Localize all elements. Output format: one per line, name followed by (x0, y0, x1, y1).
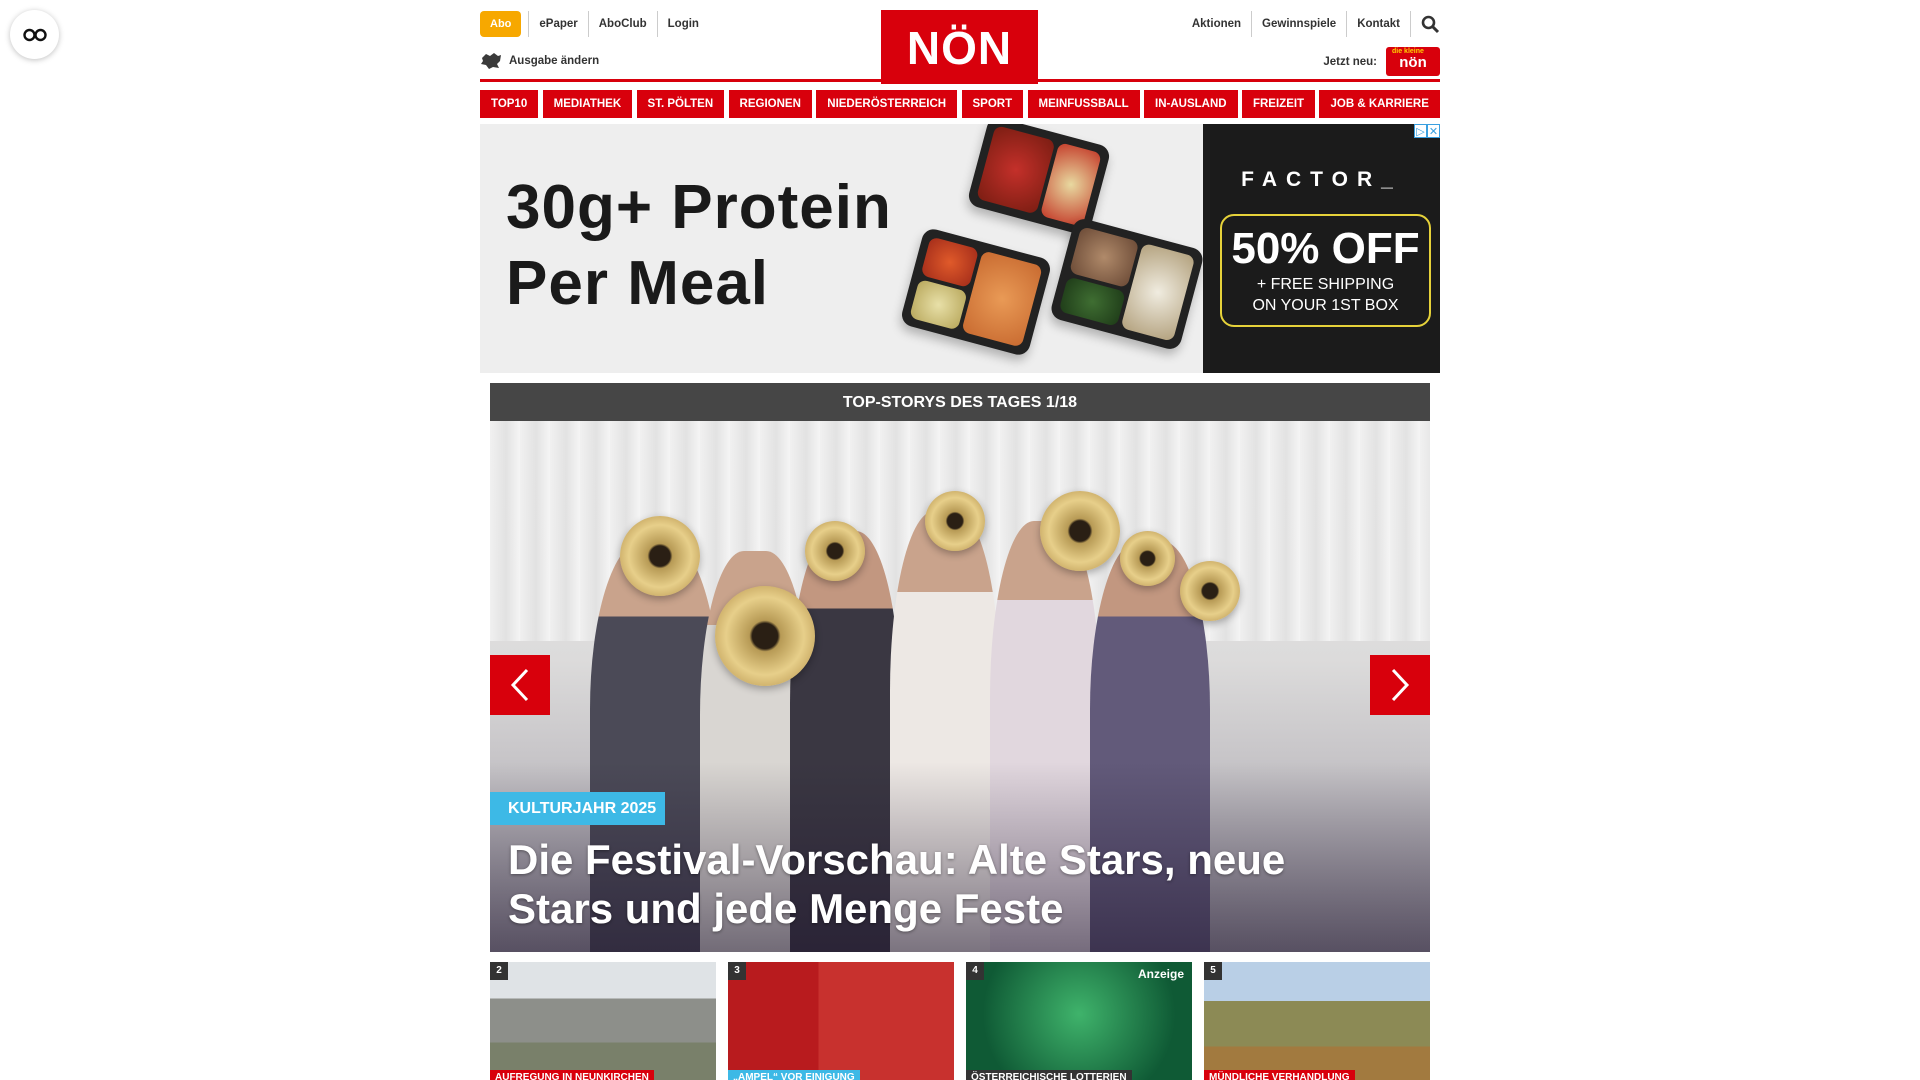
ad-image-area: 30g+ Protein Per Meal (480, 124, 1203, 373)
trumpet-bell (1180, 561, 1240, 621)
site-logo[interactable]: NÖN (881, 10, 1038, 84)
teaser-row: 2 AUFREGUNG IN NEUNKIRCHEN 3 „AMPEL“ VOR… (490, 962, 1430, 1080)
chevron-right-icon (1391, 668, 1410, 702)
slider-header: TOP-STORYS DES TAGES 1/18 (490, 383, 1430, 421)
trumpet-bell (1040, 491, 1120, 571)
gewinnspiele-link[interactable]: Gewinnspiele (1251, 11, 1346, 37)
edition-switcher[interactable]: Ausgabe ändern (480, 52, 599, 70)
ad-close-icon[interactable]: ✕ (1427, 124, 1440, 138)
trumpet-bell (1120, 531, 1175, 586)
teaser-number: 3 (728, 962, 746, 980)
ad-headline: 30g+ Protein Per Meal (506, 170, 892, 322)
kids-logo[interactable]: die kleine nön (1386, 47, 1440, 76)
top-links-right: Aktionen Gewinnspiele Kontakt (1182, 11, 1440, 37)
teaser-ad-label: Anzeige (1137, 967, 1184, 981)
ad-headline-line1: 30g+ Protein (506, 173, 892, 242)
aktionen-link[interactable]: Aktionen (1182, 11, 1251, 37)
teaser-tag: ÖSTERREICHISCHE LOTTERIEN (966, 1070, 1132, 1080)
nav-item-freizeit[interactable]: FREIZEIT (1241, 90, 1316, 118)
advertisement-banner[interactable]: 30g+ Protein Per Meal ▷ ✕ FACTOR_ 50% OF… (480, 124, 1440, 373)
nav-item-st-poelten[interactable]: ST. PÖLTEN (636, 90, 725, 118)
nav-item-sport[interactable]: SPORT (961, 90, 1024, 118)
nav-item-mediathek[interactable]: MEDIATHEK (542, 90, 633, 118)
lower-austria-map-icon (481, 53, 501, 69)
search-icon (1421, 15, 1440, 33)
teaser-card[interactable]: 5 MÜNDLICHE VERHANDLUNG (1204, 962, 1430, 1080)
slider-next-button[interactable] (1370, 655, 1430, 715)
site-header: Abo ePaper AboClub Login Ausgabe ändern … (480, 0, 1440, 84)
ad-offer-sub2: ON YOUR 1ST BOX (1252, 297, 1399, 314)
adchoices-icon[interactable]: ▷ (1414, 124, 1427, 138)
abo-button[interactable]: Abo (480, 11, 522, 37)
top-stories-slider: TOP-STORYS DES TAGES 1/18 KULTURJAHR 202… (490, 383, 1430, 952)
teaser-card[interactable]: 2 AUFREGUNG IN NEUNKIRCHEN (490, 962, 716, 1080)
teaser-tag: „AMPEL“ VOR EINIGUNG (728, 1070, 860, 1080)
ad-offer-box: 50% OFF + FREE SHIPPING ON YOUR 1ST BOX (1220, 214, 1431, 327)
edition-label: Ausgabe ändern (509, 55, 600, 67)
chevron-left-icon (510, 668, 529, 702)
teaser-tag: MÜNDLICHE VERHANDLUNG (1204, 1070, 1355, 1080)
adchoices-badge[interactable]: ▷ ✕ (1414, 124, 1440, 138)
top-links-left: Abo ePaper AboClub Login (480, 11, 709, 37)
ad-headline-line2: Per Meal (506, 249, 770, 318)
login-link[interactable]: Login (656, 11, 709, 37)
kids-logo-small-text: die kleine (1392, 48, 1424, 55)
trumpet-bell (715, 586, 815, 686)
ad-offer-text: 50% OFF (1231, 224, 1420, 273)
slide-image[interactable]: KULTURJAHR 2025 Die Festival-Vorschau: A… (490, 421, 1430, 952)
epaper-link[interactable]: ePaper (528, 11, 587, 37)
meal-tray-image (1048, 216, 1203, 352)
teaser-number: 2 (490, 962, 508, 980)
ad-offer-sub1: + FREE SHIPPING (1256, 276, 1395, 293)
slide-title[interactable]: Die Festival-Vorschau: Alte Stars, neue … (508, 835, 1368, 933)
category-tag[interactable]: KULTURJAHR 2025 (490, 792, 666, 825)
nav-item-top10[interactable]: TOP10 (480, 90, 539, 118)
teaser-card[interactable]: 4 Anzeige ÖSTERREICHISCHE LOTTERIEN (966, 962, 1192, 1080)
nav-item-niederoesterreich[interactable]: NIEDERÖSTERREICH (816, 90, 958, 118)
nav-item-meinfussball[interactable]: MEINFUSSBALL (1027, 90, 1140, 118)
nav-item-in-ausland[interactable]: IN-AUSLAND (1144, 90, 1238, 118)
glasses-icon (22, 28, 47, 41)
ad-offer-panel: ▷ ✕ FACTOR_ 50% OFF + FREE SHIPPING ON Y… (1203, 124, 1440, 373)
nav-item-job-karriere[interactable]: JOB & KARRIERE (1319, 90, 1440, 118)
kids-logo-text: nön (1399, 54, 1427, 71)
reader-mode-button[interactable] (10, 10, 59, 59)
trumpet-bell (620, 516, 700, 596)
main-navigation: TOP10 MEDIATHEK ST. PÖLTEN REGIONEN NIED… (480, 90, 1440, 118)
ad-brand: FACTOR_ (1241, 168, 1402, 191)
page-wrapper: Abo ePaper AboClub Login Ausgabe ändern … (480, 0, 1440, 1080)
search-button[interactable] (1410, 11, 1440, 37)
teaser-tag: AUFREGUNG IN NEUNKIRCHEN (490, 1070, 654, 1080)
jetzt-neu-label: Jetzt neu: (1323, 55, 1377, 68)
aboclub-link[interactable]: AboClub (587, 11, 657, 37)
nav-item-regionen[interactable]: REGIONEN (728, 90, 812, 118)
teaser-number: 5 (1204, 962, 1222, 980)
meal-tray-image (899, 226, 1053, 358)
trumpet-bell (805, 521, 865, 581)
slider-prev-button[interactable] (490, 655, 550, 715)
trumpet-bell (925, 491, 985, 551)
kids-promo: Jetzt neu: die kleine nön (1323, 47, 1440, 76)
teaser-card[interactable]: 3 „AMPEL“ VOR EINIGUNG (728, 962, 954, 1080)
teaser-number: 4 (966, 962, 984, 980)
kontakt-link[interactable]: Kontakt (1346, 11, 1410, 37)
